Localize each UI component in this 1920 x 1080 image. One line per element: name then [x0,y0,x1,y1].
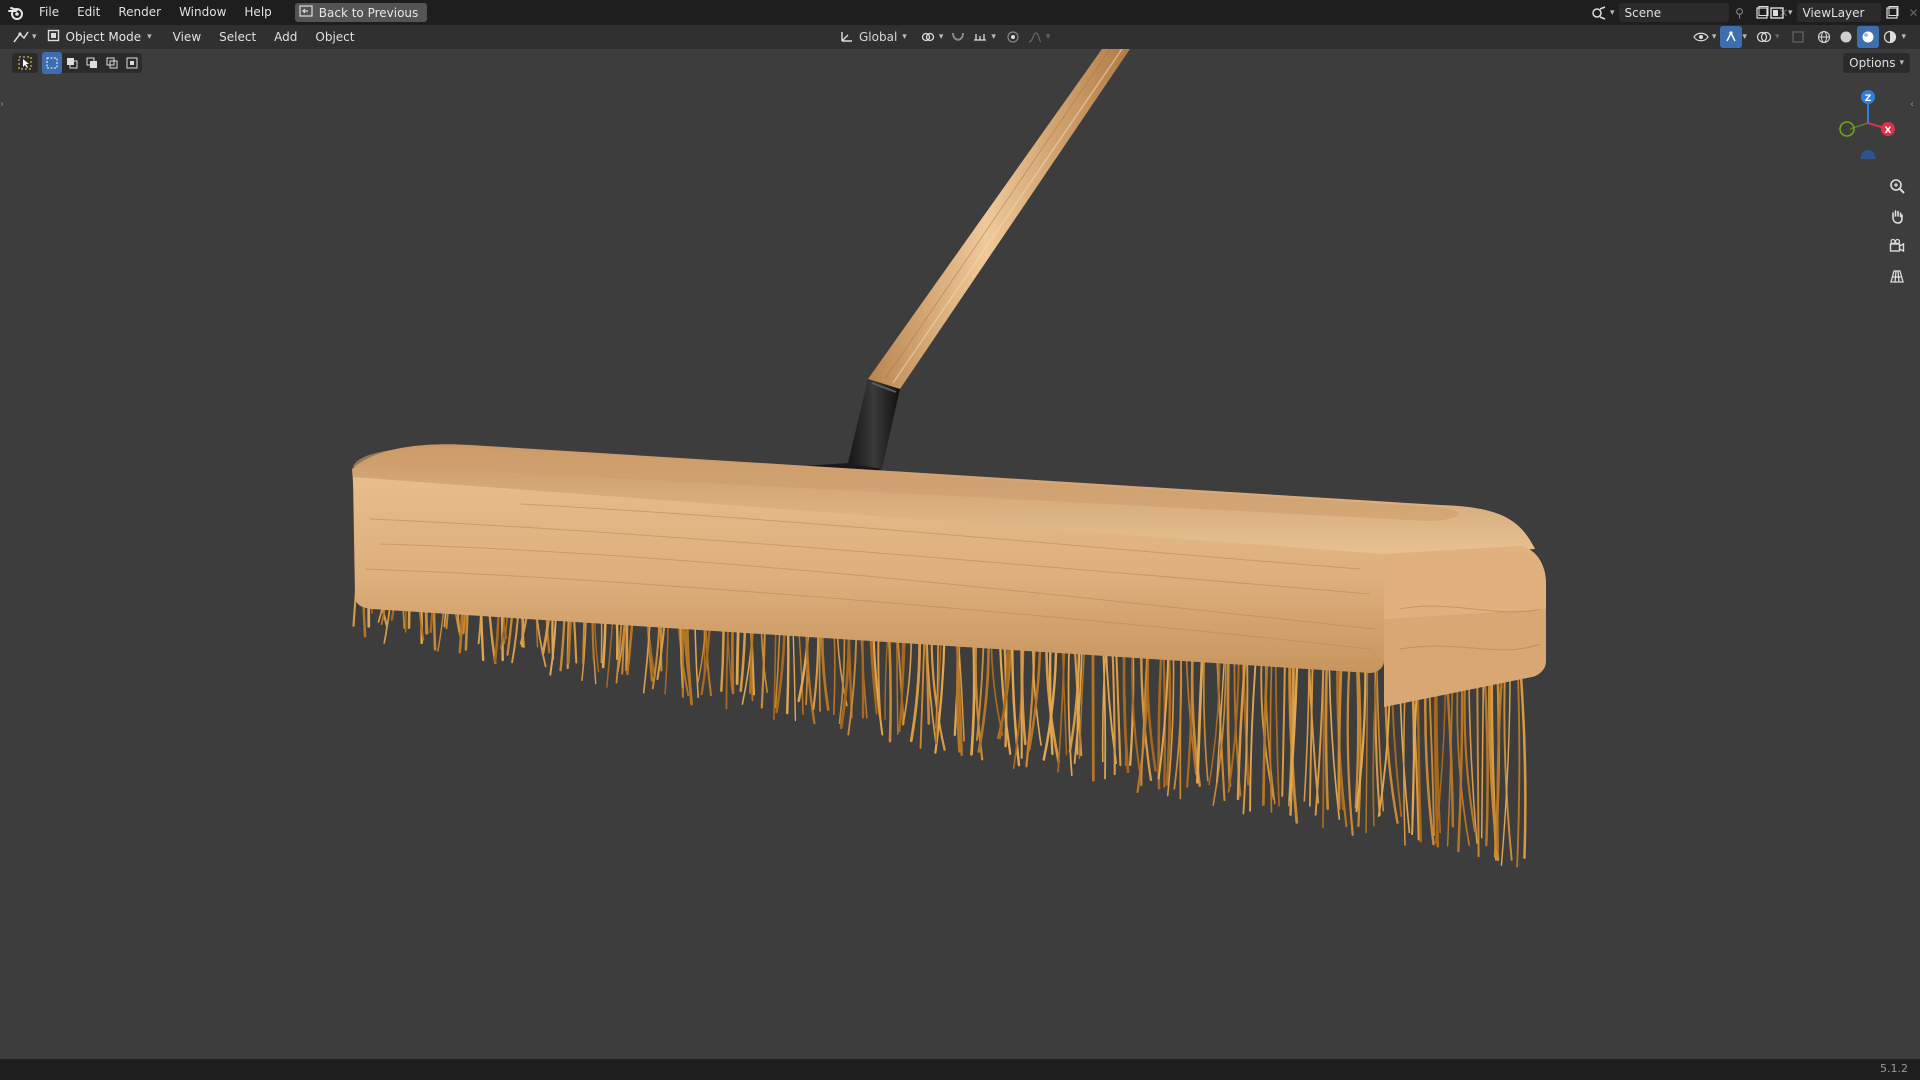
bristle-strand [1516,648,1521,868]
snap-icon[interactable] [947,26,969,48]
editor-type-icon[interactable] [10,26,32,48]
solid-shading-icon[interactable] [1835,26,1857,48]
wireframe-shading-icon[interactable] [1813,26,1835,48]
back-to-previous-button[interactable]: Back to Previous [294,3,428,22]
overlays-icon[interactable] [1753,26,1775,48]
snap-target-icon[interactable] [969,26,991,48]
chevron-down-icon: ▾ [1045,32,1051,42]
hand-pan-icon[interactable] [1884,203,1910,229]
transform-orientation-dropdown[interactable]: Global ▾ [836,29,911,46]
object-mode-icon [47,29,60,45]
chevron-down-icon: ▾ [1901,32,1906,42]
chevron-down-icon: ▾ [1711,32,1717,42]
material-preview-shading-icon[interactable] [1857,26,1880,48]
chevron-down-icon: ▾ [1742,32,1747,42]
broom-handle [868,49,1130,389]
transform-orientation-label: Global [859,30,898,44]
rendered-shading-icon[interactable] [1879,26,1901,48]
grid-icon[interactable] [1884,263,1910,289]
orientation-icon [840,29,854,46]
chevron-down-icon: ▾ [991,32,996,42]
menu-object[interactable]: Object [306,25,363,49]
camera-icon[interactable] [1884,233,1910,259]
back-icon [299,5,313,20]
pivot-point-icon[interactable] [917,26,939,48]
visibility-icon[interactable] [1690,26,1712,48]
3d-viewport[interactable]: › ‹ Options ▾ Z X [0,49,1920,1059]
version-label: 5.1.2 [1880,1062,1908,1075]
menu-select[interactable]: Select [210,25,265,49]
gizmo-toggle-icon[interactable] [1720,26,1743,48]
chevron-down-icon: ▾ [1899,58,1904,68]
menu-edit[interactable]: Edit [68,0,109,25]
back-to-previous-label: Back to Previous [318,5,419,20]
chevron-down-icon: ▾ [147,32,152,42]
select-intersect-icon[interactable] [122,52,142,74]
view-layer-selector: ▾ ViewLayer ✕ [1766,0,1920,25]
falloff-icon[interactable] [1024,26,1046,48]
active-tool-button[interactable] [12,53,38,73]
new-view-layer-icon[interactable] [1881,2,1903,24]
pin-icon[interactable]: ⚲ [1729,2,1751,24]
top-bar: File Edit Render Window Help Back to Pre… [0,0,1920,25]
toolbar-expand-arrow[interactable]: › [0,99,8,115]
chevron-down-icon: ▾ [902,32,907,42]
view-layer-icon[interactable] [1766,2,1788,24]
proportional-editing-icon[interactable] [1002,26,1024,48]
navigation-gizmo[interactable]: Z X [1830,79,1910,159]
scene-selector: ▾ Scene ⚲ ✕ [1588,0,1795,25]
close-view-layer-icon[interactable]: ✕ [1903,2,1920,24]
object-mode-label: Object Mode [65,30,142,44]
sidebar-expand-arrow[interactable]: ‹ [1910,99,1918,115]
view-layer-field[interactable]: ViewLayer [1796,3,1881,22]
scene-icon[interactable] [1588,2,1610,24]
transform-controls: Global ▾ ▾ ▾ ▾ [836,27,1050,47]
menu-help[interactable]: Help [235,0,280,25]
menu-file[interactable]: File [30,0,68,25]
menu-window[interactable]: Window [170,0,235,25]
options-label: Options [1849,56,1896,70]
menu-view[interactable]: View [164,25,210,49]
broom-render [352,49,1546,868]
options-dropdown[interactable]: Options ▾ [1843,53,1910,73]
viewport-display-controls: ▾ ▾ ▾ ▾ [1690,26,1906,48]
zoom-icon[interactable] [1884,173,1910,199]
blender-logo-icon[interactable] [2,0,30,25]
scene-name-field[interactable]: Scene [1618,3,1729,22]
view-layer-name: ViewLayer [1802,5,1865,20]
chevron-down-icon: ▾ [1788,7,1793,18]
selection-mode-buttons [42,52,142,74]
select-new-icon[interactable] [42,52,62,74]
object-mode-dropdown[interactable]: Object Mode ▾ [40,27,158,47]
chevron-down-icon: ▾ [32,32,37,42]
menu-add[interactable]: Add [265,25,306,49]
svg-text:Z: Z [1865,94,1872,104]
xray-toggle-icon[interactable] [1787,26,1809,48]
select-extend-icon[interactable] [62,52,82,74]
svg-text:X: X [1885,126,1892,136]
scene-name: Scene [1624,5,1662,20]
chevron-down-icon: ▾ [1774,32,1780,42]
chevron-down-icon: ▾ [938,32,944,42]
menu-render[interactable]: Render [109,0,170,25]
select-cursor-icon [12,52,38,74]
handle-bracket [848,379,900,469]
select-subtract-icon[interactable] [82,52,102,74]
viewport-header: ▾ Object Mode ▾ View Select Add Object G… [0,25,1920,49]
chevron-down-icon: ▾ [1610,7,1615,18]
select-invert-icon[interactable] [102,52,122,74]
status-bar: 5.1.2 [0,1059,1920,1080]
